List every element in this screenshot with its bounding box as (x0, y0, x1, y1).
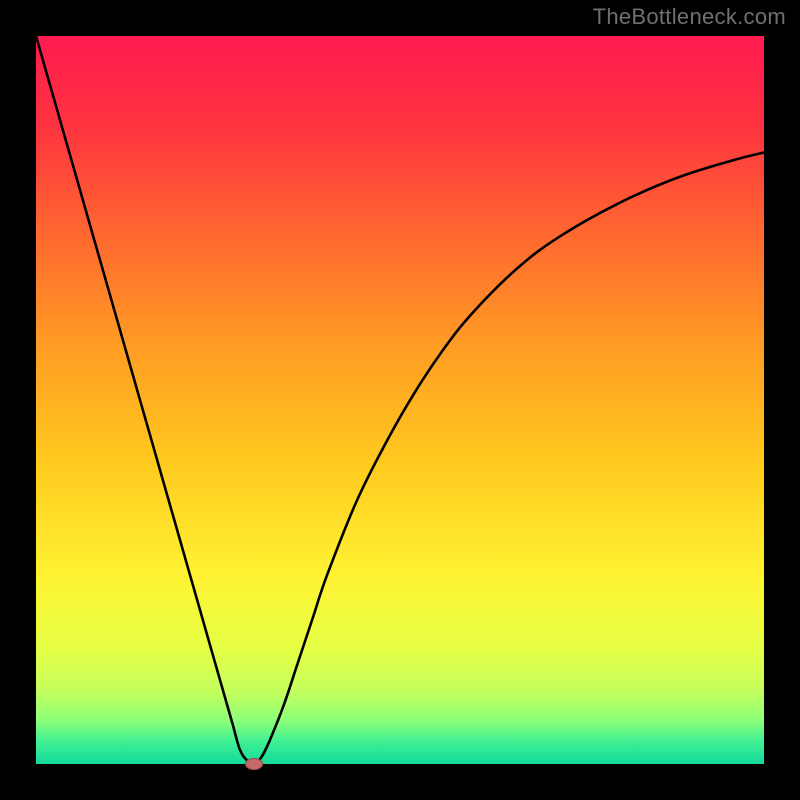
optimum-marker (245, 758, 263, 770)
chart-frame (36, 36, 764, 764)
heat-gradient-bg (36, 36, 764, 764)
chart-stage: TheBottleneck.com (0, 0, 800, 800)
watermark: TheBottleneck.com (593, 4, 786, 30)
